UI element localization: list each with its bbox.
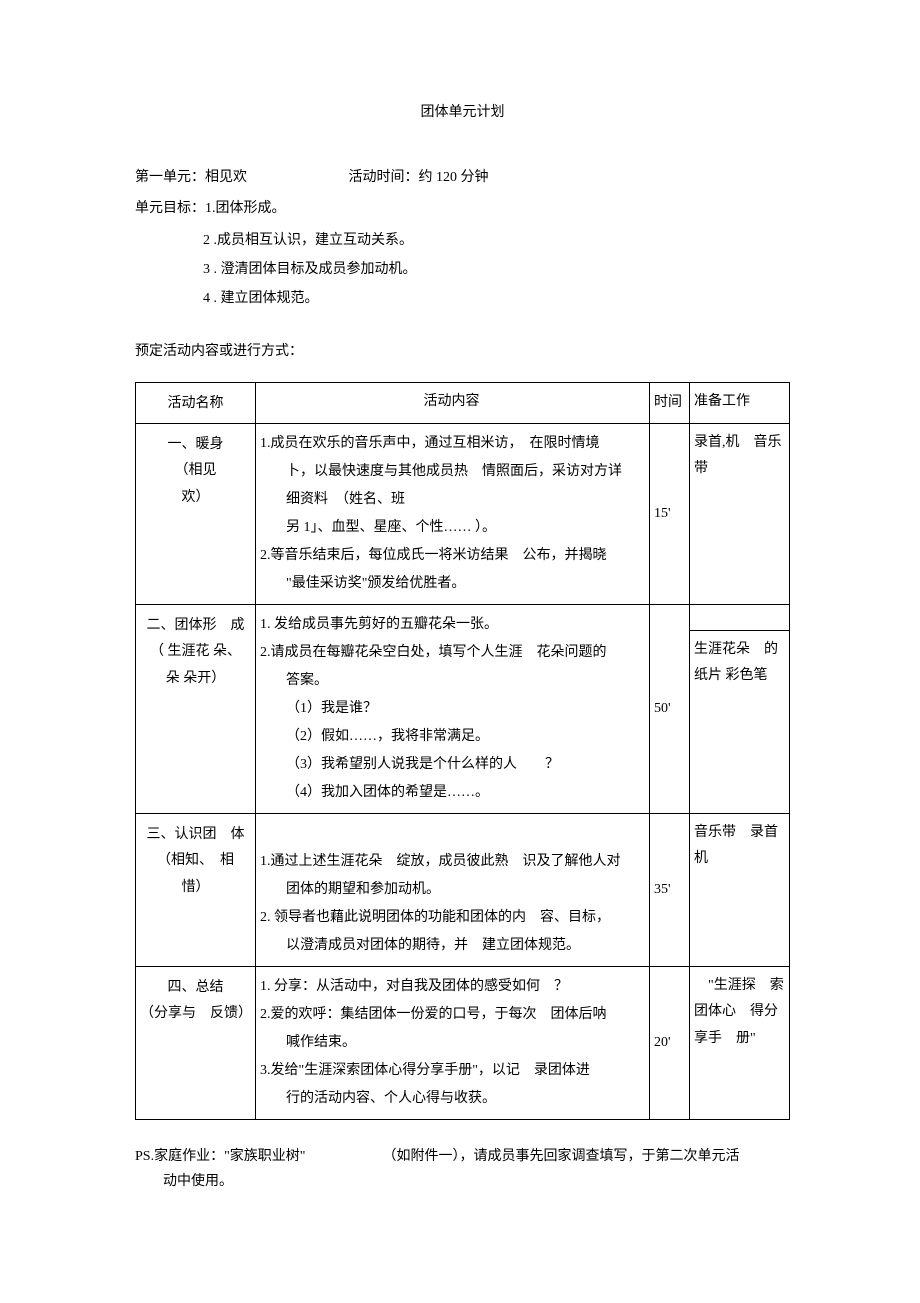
table-row: 三、认识团 体（相知、 相惜） 1.通过上述生涯花朵 绽放，成员彼此熟 识及了解… — [136, 813, 790, 966]
content-line: （2）假如……，我将非常满足。 — [258, 723, 645, 751]
activity-name-line: （相知、 相 — [140, 848, 251, 875]
content-line: 1.通过上述生涯花朵 绽放，成员彼此熟 识及了解他人对 — [258, 848, 645, 876]
content-line: 喊作结束。 — [258, 1029, 645, 1057]
activity-prep: 录首,机 音乐带 — [690, 423, 790, 604]
header-time: 时间 — [650, 383, 690, 423]
activity-name: 三、认识团 体（相知、 相惜） — [136, 813, 256, 966]
content-line: 2. 领导者也藉此说明团体的功能和团体的内 容、目标， — [258, 904, 645, 932]
table-row: 二、团体形 成（ 生涯花 朵、朵 朵开）1. 发给成员事先剪好的五瓣花朵一张。2… — [136, 604, 790, 813]
activity-prep: 生涯花朵 的纸片 彩色笔 — [690, 604, 790, 813]
activity-name-line: （ 生涯花 朵、 — [140, 639, 251, 666]
prep-line: 享手 册" — [694, 1026, 785, 1053]
goal-label: 单元目标：1.团体形成。 — [135, 196, 790, 221]
content-line: 另 1」、血型、星座、个性…… ）。 — [258, 514, 645, 542]
content-line: 答案。 — [258, 667, 645, 695]
activity-time: 20' — [650, 966, 690, 1119]
content-line — [258, 820, 645, 848]
prep-line: 机 — [694, 846, 785, 873]
page-title: 团体单元计划 — [135, 100, 790, 125]
activity-name-line: 二、团体形 成 — [140, 613, 251, 640]
content-line: （1）我是谁？ — [258, 695, 645, 723]
footnote-label: PS.家庭作业："家族职业树" — [135, 1149, 306, 1164]
time-label: 活动时间：约 120 分钟 — [349, 170, 489, 185]
activity-name-line: 一、暖身 — [140, 432, 251, 459]
activity-name-line: 朵 朵开） — [140, 666, 251, 693]
content-line: 以澄清成员对团体的期待，并 建立团体规范。 — [258, 932, 645, 960]
prep-line: 生涯花朵 的 — [694, 637, 785, 664]
table-row: 一、暖身（相见欢）1.成员在欢乐的音乐声中，通过互相米访， 在限时情境卜，以最快… — [136, 423, 790, 604]
activity-name-line: 欢） — [140, 485, 251, 512]
header-content: 活动内容 — [256, 383, 650, 423]
goal-item: 4 . 建立团体规范。 — [203, 286, 790, 311]
activity-content: 1. 分享：从活动中，对自我及团体的感受如何 ？2.爱的欢呼：集结团体一份爱的口… — [256, 966, 650, 1119]
goal-item: 3 . 澄清团体目标及成员参加动机。 — [203, 257, 790, 282]
activity-name-line: 惜） — [140, 875, 251, 902]
header-name: 活动名称 — [136, 383, 256, 423]
prep-line: 录首,机 音乐 — [694, 430, 785, 457]
content-line: 细资料 （姓名、班 — [258, 486, 645, 514]
prep-line: 纸片 彩色笔 — [694, 663, 785, 690]
section-label: 预定活动内容或进行方式： — [135, 339, 790, 364]
content-line: （4）我加入团体的希望是……。 — [258, 779, 645, 807]
prep-line: 团体心 得分 — [694, 999, 785, 1026]
table-header-row: 活动名称 活动内容 时间 准备工作 — [136, 383, 790, 423]
activity-name-line: 四、总结 — [140, 975, 251, 1002]
activity-name-line: （相见 — [140, 458, 251, 485]
table-row: 四、总结（分享与 反馈）1. 分享：从活动中，对自我及团体的感受如何 ？2.爱的… — [136, 966, 790, 1119]
header-prep: 准备工作 — [690, 383, 790, 423]
footnote: PS.家庭作业："家族职业树" （如附件一），请成员事先回家调查填写，于第二次单… — [135, 1144, 790, 1169]
prep-line: "生涯探 索 — [694, 973, 785, 1000]
activity-time: 15' — [650, 423, 690, 604]
content-line: 2.请成员在每瓣花朵空白处，填写个人生涯 花朵问题的 — [258, 639, 645, 667]
activity-content: 1.通过上述生涯花朵 绽放，成员彼此熟 识及了解他人对团体的期望和参加动机。2.… — [256, 813, 650, 966]
content-line: 1. 发给成员事先剪好的五瓣花朵一张。 — [258, 611, 645, 639]
activity-name-line: （分享与 反馈） — [140, 1001, 251, 1028]
unit-label: 第一单元：相见欢 — [135, 165, 345, 190]
footnote-line2: 动中使用。 — [163, 1169, 790, 1194]
activity-name: 四、总结（分享与 反馈） — [136, 966, 256, 1119]
activity-time: 50' — [650, 604, 690, 813]
activity-name: 二、团体形 成（ 生涯花 朵、朵 朵开） — [136, 604, 256, 813]
prep-line: 带 — [694, 456, 785, 483]
footnote-text1: （如附件一），请成员事先回家调查填写，于第二次单元活 — [383, 1149, 740, 1164]
content-line: 2.等音乐结束后，每位成氏一将米访结果 公布，并揭晓 — [258, 542, 645, 570]
activity-name-line: 三、认识团 体 — [140, 822, 251, 849]
activity-time: 35' — [650, 813, 690, 966]
activity-name: 一、暖身（相见欢） — [136, 423, 256, 604]
unit-header-line: 第一单元：相见欢 活动时间：约 120 分钟 — [135, 165, 790, 190]
prep-line: 音乐带 录首 — [694, 820, 785, 847]
content-line: 1. 分享：从活动中，对自我及团体的感受如何 ？ — [258, 973, 645, 1001]
content-line: 2.爱的欢呼：集结团体一份爱的口号，于每次 团体后呐 — [258, 1001, 645, 1029]
content-line: 1.成员在欢乐的音乐声中，通过互相米访， 在限时情境 — [258, 430, 645, 458]
content-line: 卜，以最快速度与其他成员热 情照面后，采访对方详 — [258, 458, 645, 486]
content-line: 3.发给"生涯深索团体心得分享手册"，以记 录团体进 — [258, 1057, 645, 1085]
content-line: （3）我希望别人说我是个什么样的人 ？ — [258, 751, 645, 779]
content-line: 行的活动内容、个人心得与收获。 — [258, 1085, 645, 1113]
content-line: 团体的期望和参加动机。 — [258, 876, 645, 904]
activity-table: 活动名称 活动内容 时间 准备工作 一、暖身（相见欢）1.成员在欢乐的音乐声中，… — [135, 382, 790, 1119]
activity-content: 1. 发给成员事先剪好的五瓣花朵一张。2.请成员在每瓣花朵空白处，填写个人生涯 … — [256, 604, 650, 813]
content-line: "最佳采访奖"颁发给优胜者。 — [258, 570, 645, 598]
goal-item: 2 .成员相互认识，建立互动关系。 — [203, 228, 790, 253]
activity-prep: 音乐带 录首机 — [690, 813, 790, 966]
activity-content: 1.成员在欢乐的音乐声中，通过互相米访， 在限时情境卜，以最快速度与其他成员热 … — [256, 423, 650, 604]
activity-prep: "生涯探 索团体心 得分享手 册" — [690, 966, 790, 1119]
